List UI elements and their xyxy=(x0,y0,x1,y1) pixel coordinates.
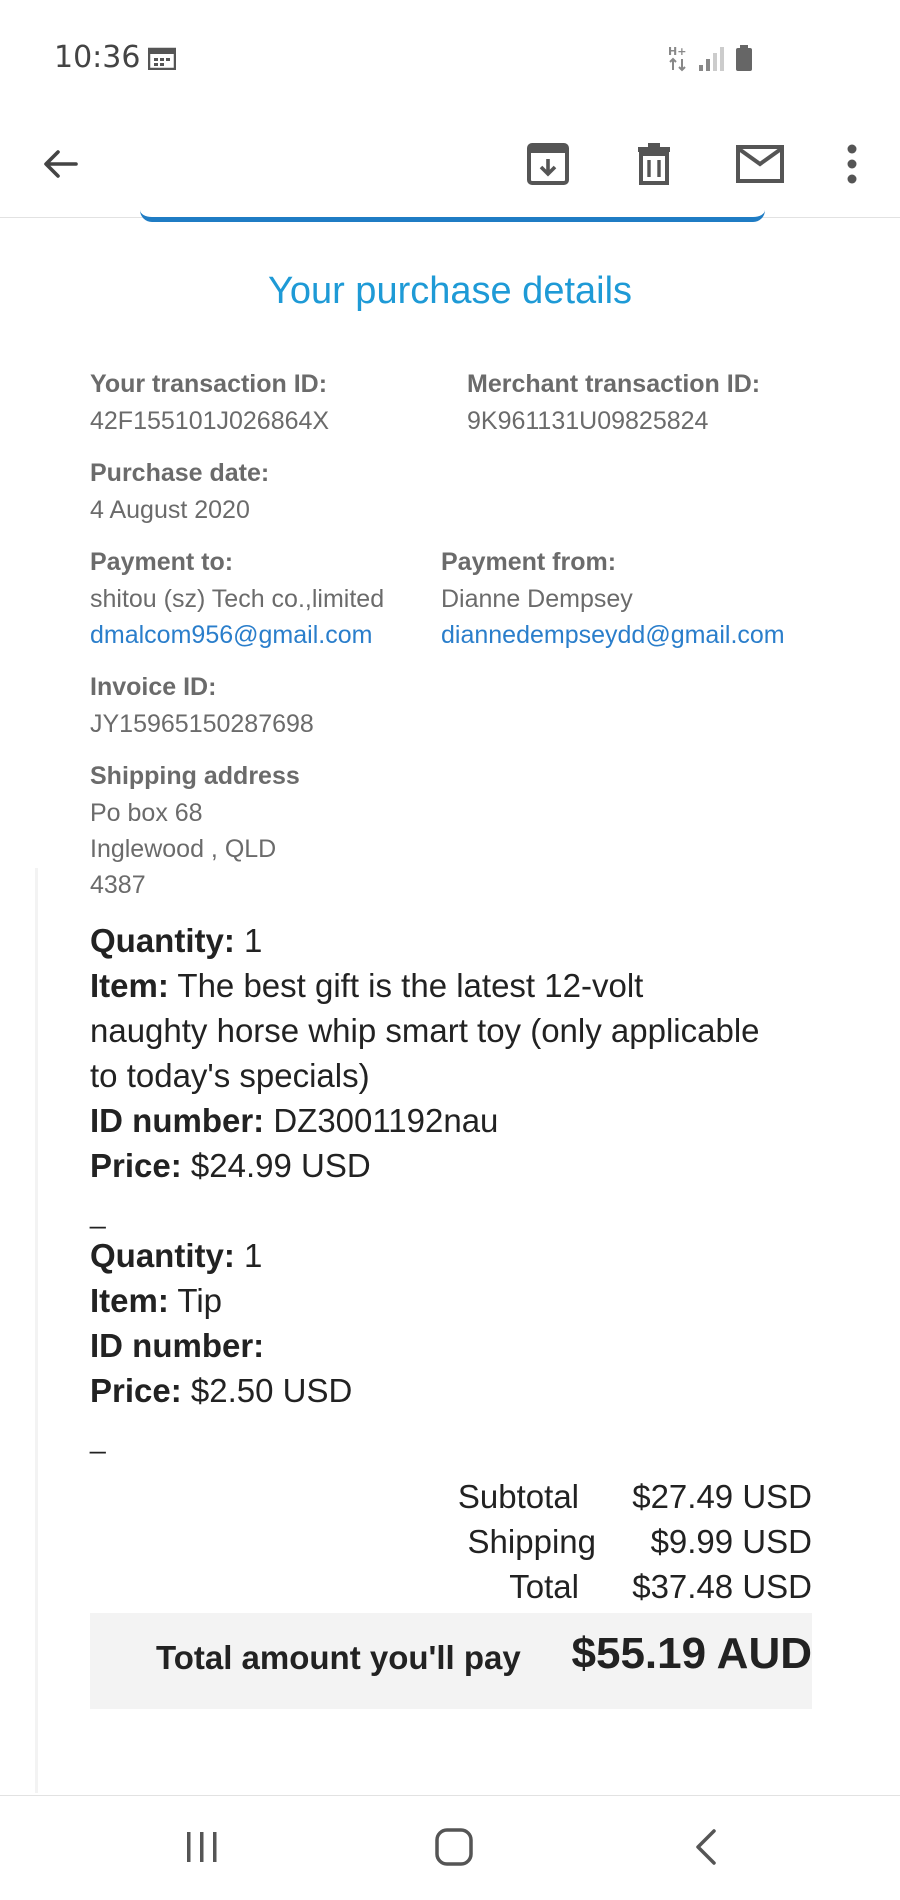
merchant-id-value: 9K961131U09825824 xyxy=(467,407,709,435)
status-bar: 10:36 H+ xyxy=(0,0,900,110)
payment-from-name: Dianne Dempsey xyxy=(441,585,633,613)
svg-text:H+: H+ xyxy=(668,45,686,58)
total-pay-label: Total amount you'll pay xyxy=(156,1639,521,1676)
item-price: Price: $24.99 USD xyxy=(90,1147,371,1184)
archive-icon xyxy=(527,143,569,185)
shipping-address-line: 4387 xyxy=(90,871,146,899)
email-body: Your purchase details Your transaction I… xyxy=(0,218,900,1793)
status-time: 10:36 xyxy=(54,40,141,75)
app-toolbar xyxy=(0,110,900,218)
purchase-date-label: Purchase date: xyxy=(90,459,270,487)
recents-icon xyxy=(187,1832,217,1862)
subtotal-label: Subtotal xyxy=(457,1478,579,1515)
payment-to-email-link[interactable]: dmalcom956@gmail.com xyxy=(90,621,372,650)
network-hplus-icon: H+ xyxy=(668,45,686,72)
purchase-date-value: 4 August 2020 xyxy=(90,496,250,524)
shipping-address-line: Po box 68 xyxy=(90,799,203,827)
shipping-address-line: Inglewood , QLD xyxy=(90,835,277,863)
system-nav-bar xyxy=(0,1795,900,1900)
item-price: Price: $2.50 USD xyxy=(90,1372,353,1409)
more-options-button[interactable] xyxy=(822,134,882,194)
item-description: Item: Tip xyxy=(90,1282,223,1319)
recents-button[interactable] xyxy=(172,1820,232,1874)
invoice-id-label: Invoice ID: xyxy=(90,673,217,701)
item-description: Item: The best gift is the latest 12-vol… xyxy=(90,967,644,1004)
purchase-details-title: Your purchase details xyxy=(267,270,633,312)
item-description-cont: naughty horse whip smart toy (only appli… xyxy=(90,1012,760,1049)
total-label: Total xyxy=(509,1568,579,1605)
merchant-id-label: Merchant transaction ID: xyxy=(467,370,761,398)
calendar-icon xyxy=(148,47,176,70)
item-description-cont: to today's specials) xyxy=(90,1057,370,1094)
shipping-label: Shipping xyxy=(467,1523,596,1560)
more-vert-icon xyxy=(847,144,857,184)
payment-from-label: Payment from: xyxy=(441,548,617,576)
home-button[interactable] xyxy=(424,1820,484,1874)
mark-unread-button[interactable] xyxy=(730,134,790,194)
payment-from-email-link[interactable]: diannedempseydd@gmail.com xyxy=(441,621,785,650)
signal-icon xyxy=(699,47,724,71)
nav-back-icon xyxy=(696,1829,716,1865)
home-icon xyxy=(435,1828,473,1866)
back-arrow-icon xyxy=(44,150,78,178)
delete-button[interactable] xyxy=(624,134,684,194)
invoice-id-value: JY15965150287698 xyxy=(90,710,314,738)
item-id-number: ID number: DZ3001192nau xyxy=(90,1102,499,1139)
transaction-id-label: Your transaction ID: xyxy=(90,370,328,398)
item-id-number: ID number: xyxy=(90,1327,265,1364)
nav-back-button[interactable] xyxy=(676,1820,736,1874)
item-quantity: Quantity: 1 xyxy=(90,1237,263,1274)
item-quantity: Quantity: 1 xyxy=(90,922,263,959)
mail-icon xyxy=(736,145,784,183)
total-pay-amount: $55.19 AUD xyxy=(571,1629,813,1678)
payment-to-label: Payment to: xyxy=(90,548,234,576)
item-separator: _ xyxy=(90,1198,106,1229)
shipping-address-label: Shipping address xyxy=(90,762,300,790)
back-button[interactable] xyxy=(30,134,90,194)
subtotal-value: $27.49 USD xyxy=(632,1478,812,1515)
total-pay-box: Total amount you'll pay $55.19 AUD xyxy=(90,1613,812,1709)
total-value: $37.48 USD xyxy=(632,1568,812,1605)
payment-to-name: shitou (sz) Tech co.,limited xyxy=(90,585,385,613)
battery-icon xyxy=(736,45,752,71)
shipping-value: $9.99 USD xyxy=(650,1523,812,1560)
archive-button[interactable] xyxy=(518,134,578,194)
quote-rule xyxy=(35,868,38,1793)
transaction-id-value: 42F155101J026864X xyxy=(90,407,330,435)
item-separator: _ xyxy=(90,1423,106,1454)
trash-icon xyxy=(638,143,670,185)
